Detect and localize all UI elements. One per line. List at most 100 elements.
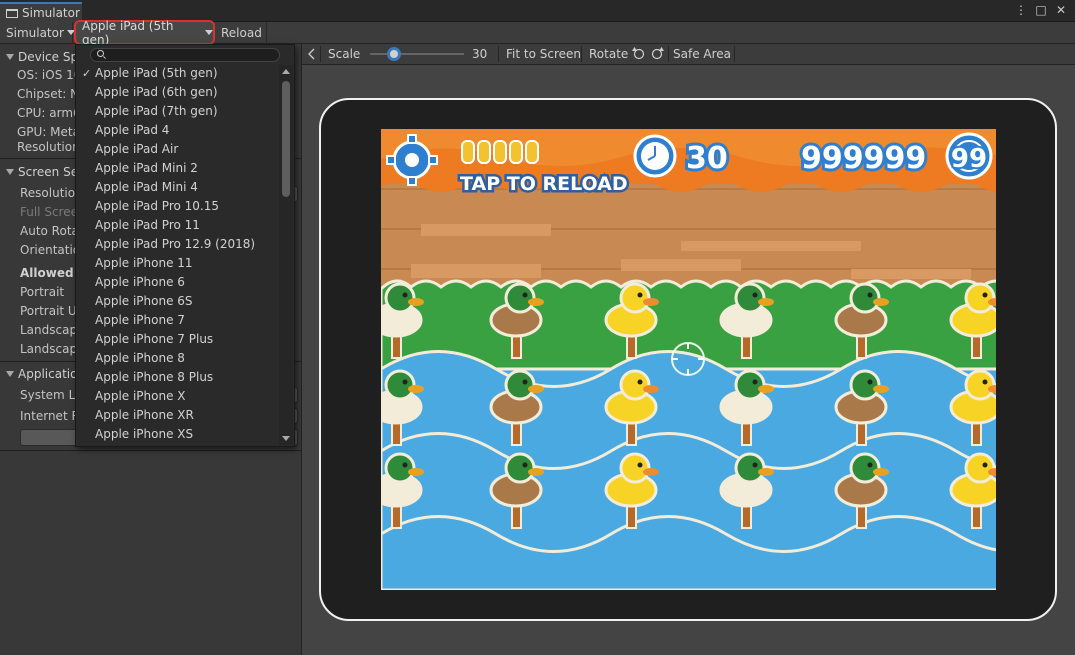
device-option[interactable]: Apple iPhone XS <box>76 425 280 444</box>
device-option[interactable]: Apple iPad Pro 11 <box>76 216 280 235</box>
bullet-icon <box>509 140 523 164</box>
tab-title: Simulator <box>22 6 80 20</box>
device-option[interactable]: Apple iPhone XR <box>76 406 280 425</box>
cpu-info: CPU: arm6 <box>17 106 81 120</box>
scrollbar-thumb[interactable] <box>282 81 290 197</box>
device-option[interactable]: Apple iPad Mini 4 <box>76 178 280 197</box>
dropdown-scrollbar[interactable] <box>279 65 293 445</box>
gpu-info: GPU: Meta <box>17 125 80 139</box>
chipset-info: Chipset: N <box>17 87 80 101</box>
device-option[interactable]: Apple iPad Air <box>76 140 280 159</box>
tap-to-reload-text[interactable]: TAP TO RELOAD <box>458 171 631 198</box>
device-option-label: Apple iPad Pro 12.9 (2018) <box>95 237 256 251</box>
device-option-label: Apple iPhone X <box>95 389 186 403</box>
scroll-down-icon[interactable] <box>282 436 290 441</box>
toolbar-separator <box>668 46 669 62</box>
foldout-arrow-icon <box>6 54 14 60</box>
search-icon <box>97 50 104 57</box>
wood-plank <box>621 259 741 271</box>
reload-label: Reload <box>221 25 262 40</box>
simulator-mode-dropdown[interactable]: Simulator <box>0 22 75 43</box>
device-option-label: Apple iPhone XS <box>95 427 194 441</box>
system-language-label: System La <box>20 388 83 402</box>
water-band-3 <box>381 515 996 590</box>
rotate-right-button[interactable] <box>650 44 664 64</box>
application-settings-foldout[interactable]: Application <box>6 367 85 381</box>
device-option[interactable]: Apple iPhone 7 <box>76 311 280 330</box>
scroll-up-icon[interactable] <box>282 69 290 74</box>
device-option[interactable]: Apple iPhone 7 Plus <box>76 330 280 349</box>
tab-simulator[interactable]: Simulator <box>0 2 82 22</box>
device-frame: TAP TO RELOAD 30 999999 99 <box>319 98 1057 621</box>
toolbar-separator <box>498 46 499 62</box>
device-dropdown-list: ✓ Apple iPad (5th gen) Apple iPad (6th gen… <box>75 44 295 447</box>
screen-settings-foldout[interactable]: Screen Se <box>6 165 78 179</box>
device-option[interactable]: Apple iPhone 6 <box>76 273 280 292</box>
bullet-icon <box>493 140 507 164</box>
device-option[interactable]: Apple iPhone 8 Plus <box>76 368 280 387</box>
chevron-down-icon <box>205 30 213 35</box>
wood-plank <box>681 241 861 251</box>
device-option[interactable]: Apple iPad Pro 10.15 <box>76 197 280 216</box>
scale-slider-track[interactable] <box>370 53 464 55</box>
close-icon[interactable]: ✕ <box>1055 3 1067 17</box>
section-divider <box>0 450 302 451</box>
fit-to-screen-button[interactable]: Fit to Screen <box>506 44 581 64</box>
view-toolbar: Scale 30 Fit to Screen Rotate Safe Area <box>302 44 1075 65</box>
safe-area-label: Safe Area <box>673 47 732 61</box>
game-scene: TAP TO RELOAD 30 999999 99 <box>381 129 996 590</box>
wood-plank <box>411 264 541 278</box>
device-option-label: Apple iPhone 7 <box>95 313 185 327</box>
scale-label: Scale <box>328 47 361 61</box>
foldout-arrow-icon <box>6 371 14 377</box>
wood-plank <box>421 224 551 236</box>
maximize-icon[interactable]: □ <box>1035 3 1047 17</box>
rotate-left-button[interactable] <box>632 44 646 64</box>
auto-rotate-label: Auto Rota <box>20 224 79 238</box>
device-select-dropdown[interactable]: Apple iPad (5th gen) <box>74 18 215 47</box>
simulator-mode-label: Simulator <box>6 25 64 40</box>
kebab-menu-icon[interactable]: ⋮ <box>1015 3 1027 17</box>
device-search-input[interactable] <box>90 48 280 62</box>
device-option[interactable]: ✓ Apple iPad (5th gen) <box>76 64 280 83</box>
device-select-label: Apple iPad (5th gen) <box>82 18 174 47</box>
landscape-right-label: Landscap <box>20 342 78 356</box>
device-option[interactable]: Apple iPad (7th gen) <box>76 102 280 121</box>
toolbar-separator <box>734 46 735 62</box>
device-option[interactable]: Apple iPhone 8 <box>76 349 280 368</box>
device-option[interactable]: Apple iPad (6th gen) <box>76 83 280 102</box>
bullet-icon <box>477 140 491 164</box>
simulator-viewport: TAP TO RELOAD 30 999999 99 <box>302 65 1075 655</box>
bullet-icon <box>461 140 475 164</box>
score-value: 999999 <box>801 141 926 176</box>
game-screen[interactable]: TAP TO RELOAD 30 999999 99 <box>381 129 996 590</box>
device-option-label: Apple iPad Pro 11 <box>95 218 200 232</box>
scale-slider-knob[interactable] <box>387 47 401 61</box>
device-option[interactable]: Apple iPhone 6S <box>76 292 280 311</box>
device-option-label: Apple iPad Mini 4 <box>95 180 198 194</box>
device-option-label: Apple iPhone 8 Plus <box>95 370 214 384</box>
device-option[interactable]: Apple iPad 4 <box>76 121 280 140</box>
reload-button[interactable]: Reload <box>215 22 267 43</box>
timer-value: 30 <box>686 141 728 176</box>
fit-to-screen-label: Fit to Screen <box>506 47 581 61</box>
toolbar-separator <box>581 46 582 62</box>
wood-plank <box>851 269 971 279</box>
os-info: OS: iOS 10 <box>17 68 82 82</box>
device-option-label: Apple iPhone 11 <box>95 256 193 270</box>
resolution-info: Resolution <box>17 140 80 154</box>
safe-area-toggle[interactable]: Safe Area <box>673 44 731 64</box>
device-option-label: Apple iPad (6th gen) <box>95 85 218 99</box>
resolution-setting-label: Resolution <box>20 186 83 200</box>
portrait-label: Portrait <box>20 285 65 299</box>
rotate-right-icon <box>651 47 664 60</box>
device-option-label: Apple iPad (7th gen) <box>95 104 218 118</box>
collapse-panel-button[interactable] <box>308 44 316 64</box>
device-option[interactable]: Apple iPad Mini 2 <box>76 159 280 178</box>
alarm-clock-icon <box>633 134 677 178</box>
device-option-label: Apple iPhone 6S <box>95 294 193 308</box>
device-option[interactable]: Apple iPad Pro 12.9 (2018) <box>76 235 280 254</box>
device-option[interactable]: Apple iPhone 11 <box>76 254 280 273</box>
device-option-label: Apple iPad Mini 2 <box>95 161 198 175</box>
device-option[interactable]: Apple iPhone X <box>76 387 280 406</box>
